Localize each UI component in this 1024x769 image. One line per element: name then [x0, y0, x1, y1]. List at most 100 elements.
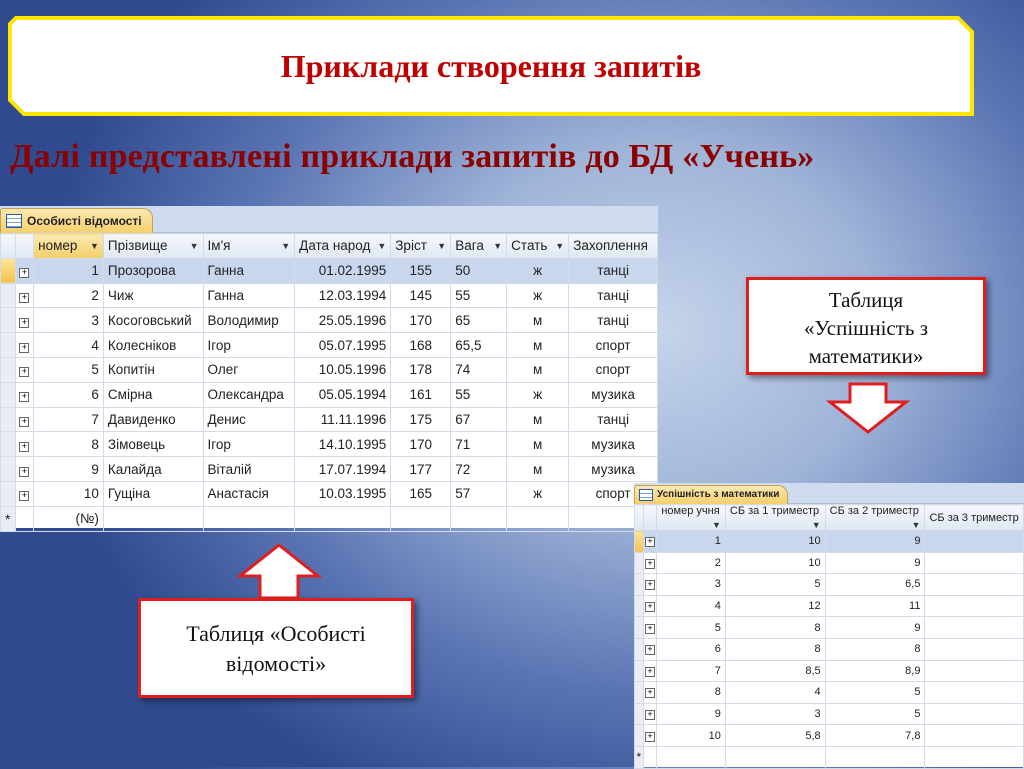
cell[interactable]: Чиж — [102, 282, 204, 309]
expand-button[interactable]: + — [14, 406, 35, 433]
cell[interactable]: 5 — [656, 616, 726, 639]
cell[interactable]: 5 — [724, 573, 826, 596]
row-selector[interactable] — [0, 307, 16, 334]
expand-button[interactable]: + — [14, 431, 35, 458]
cell[interactable]: Косоговський — [102, 307, 204, 334]
table-row[interactable]: +2 10 9 — [634, 551, 1024, 575]
cell[interactable] — [450, 505, 508, 532]
row-selector[interactable] — [0, 381, 16, 408]
cell[interactable]: музика — [568, 381, 658, 408]
cell[interactable]: 65 — [450, 307, 508, 334]
dropdown-icon[interactable]: ▼ — [377, 241, 386, 251]
cell[interactable]: 10 — [33, 480, 104, 507]
cell[interactable]: 4 — [724, 681, 826, 704]
expand-button[interactable]: + — [14, 480, 35, 507]
row-selector[interactable] — [0, 406, 16, 433]
table-row[interactable]: +3 5 6,5 — [634, 573, 1024, 596]
cell[interactable]: 11.11.1996 — [294, 406, 392, 433]
table-row[interactable]: +5 8 9 — [634, 616, 1024, 639]
cell[interactable]: м — [506, 307, 570, 334]
cell[interactable]: Олег — [202, 356, 296, 383]
expand-button[interactable]: + — [642, 530, 658, 553]
row-selector[interactable] — [634, 637, 644, 661]
row-selector[interactable] — [0, 456, 16, 482]
cell[interactable]: 10.03.1995 — [294, 480, 392, 507]
table-row[interactable]: +9 3 5 — [634, 702, 1024, 726]
cell[interactable] — [924, 659, 1024, 683]
cell[interactable]: Калайда — [102, 456, 204, 482]
cell[interactable]: ж — [506, 282, 570, 309]
cell[interactable]: 165 — [390, 480, 452, 507]
cell[interactable]: Зімовець — [102, 431, 204, 458]
cell[interactable] — [924, 637, 1024, 661]
cell[interactable] — [824, 745, 926, 769]
cell[interactable]: 67 — [450, 406, 508, 433]
cell[interactable]: 10 — [656, 724, 726, 747]
cell[interactable]: 8 — [33, 431, 104, 458]
expand-button[interactable]: + — [642, 551, 658, 575]
expand-button[interactable]: + — [642, 573, 658, 596]
table-row[interactable]: +3 Косоговський Володимир 25.05.1996 170 65 м т… — [0, 307, 658, 334]
cell[interactable]: спорт — [568, 356, 658, 383]
column-header-number[interactable]: номер ▼ — [33, 233, 104, 259]
expand-button[interactable]: + — [642, 637, 658, 661]
cell[interactable]: м — [506, 356, 570, 383]
expand-button[interactable]: + — [642, 724, 658, 747]
cell[interactable]: 01.02.1995 — [294, 257, 392, 284]
column-header-weight[interactable]: Вага ▼ — [450, 233, 508, 259]
expand-button[interactable]: + — [14, 381, 35, 408]
expand-button[interactable]: + — [642, 681, 658, 704]
cell[interactable]: 170 — [390, 431, 452, 458]
expand-button[interactable]: + — [14, 356, 35, 383]
row-selector[interactable] — [0, 480, 16, 507]
cell[interactable]: 7 — [33, 406, 104, 433]
cell[interactable]: 55 — [450, 282, 508, 309]
select-all-cell[interactable] — [0, 233, 16, 259]
cell[interactable]: 170 — [390, 307, 452, 334]
table-row[interactable]: +5 Копитін Олег 10.05.1996 178 74 м спорт — [0, 356, 658, 383]
cell[interactable]: Ганна — [202, 257, 296, 284]
cell[interactable]: 1 — [33, 257, 104, 284]
table-row[interactable]: +2 Чиж Ганна 12.03.1994 145 55 ж танці — [0, 282, 658, 309]
cell[interactable]: спорт — [568, 332, 658, 358]
cell[interactable]: 9 — [824, 551, 926, 575]
tab-math-results[interactable]: Успішність з математики — [634, 485, 789, 504]
cell[interactable]: 161 — [390, 381, 452, 408]
column-header-birthdate[interactable]: Дата народ ▼ — [294, 233, 392, 259]
table-row[interactable]: +8 4 5 — [634, 681, 1024, 704]
cell[interactable]: 5 — [33, 356, 104, 383]
cell[interactable]: 9 — [656, 702, 726, 726]
expand-button[interactable]: + — [14, 332, 35, 358]
cell[interactable]: 2 — [656, 551, 726, 575]
cell[interactable]: 1 — [656, 530, 726, 553]
cell[interactable] — [924, 681, 1024, 704]
cell[interactable]: м — [506, 431, 570, 458]
expand-button[interactable]: + — [642, 616, 658, 639]
cell[interactable]: 168 — [390, 332, 452, 358]
tab-personal-info[interactable]: Особисті відомості — [0, 208, 153, 233]
column-header-height[interactable]: Зріст ▼ — [390, 233, 452, 259]
cell[interactable] — [506, 505, 570, 532]
cell[interactable]: 9 — [824, 616, 926, 639]
cell[interactable]: 57 — [450, 480, 508, 507]
cell[interactable]: 178 — [390, 356, 452, 383]
cell[interactable]: 177 — [390, 456, 452, 482]
row-selector[interactable] — [0, 282, 16, 309]
cell[interactable]: Володимир — [202, 307, 296, 334]
row-selector[interactable] — [634, 594, 644, 618]
cell[interactable]: 12 — [724, 594, 826, 618]
cell[interactable]: 72 — [450, 456, 508, 482]
cell[interactable]: 71 — [450, 431, 508, 458]
table-row[interactable]: +7 Давиденко Денис 11.11.1996 175 67 м танці — [0, 406, 658, 433]
cell[interactable]: 5,8 — [724, 724, 826, 747]
cell[interactable]: музика — [568, 456, 658, 482]
row-selector[interactable] — [634, 616, 644, 639]
cell[interactable]: 5 — [824, 702, 926, 726]
row-selector[interactable] — [634, 724, 644, 747]
cell[interactable]: м — [506, 332, 570, 358]
cell[interactable]: 05.07.1995 — [294, 332, 392, 358]
cell[interactable]: ж — [506, 381, 570, 408]
cell[interactable] — [656, 745, 726, 769]
cell[interactable]: 9 — [824, 530, 926, 553]
cell[interactable]: 05.05.1994 — [294, 381, 392, 408]
